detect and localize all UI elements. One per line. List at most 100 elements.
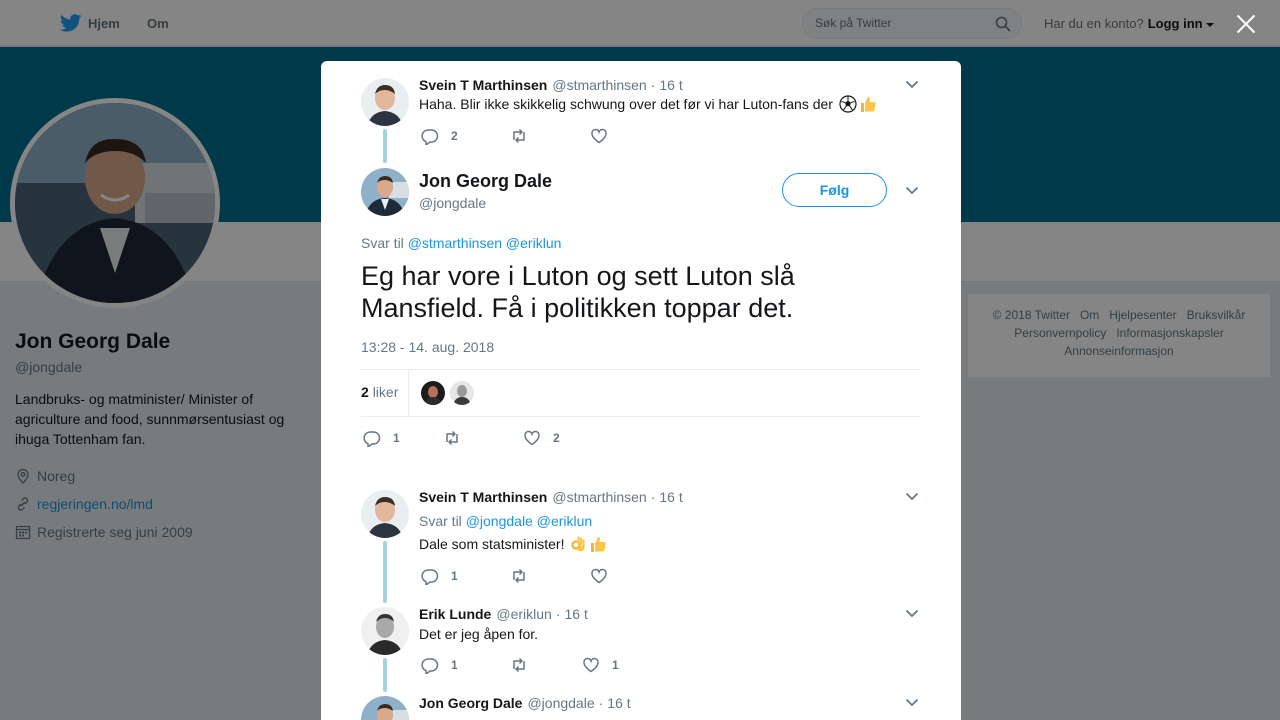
tweet-author-handle[interactable]: @stmarthinsen [552, 77, 646, 93]
tweet-header: Svein T Marthinsen @stmarthinsen · 16 t [419, 489, 683, 505]
ok-hand-icon [571, 536, 586, 552]
retweet-button[interactable] [510, 567, 590, 585]
reply-count: 1 [393, 431, 400, 445]
reply-button[interactable]: 2 [421, 127, 510, 145]
divider [408, 370, 409, 416]
tweet-text: Det er jeg åpen for. [419, 624, 538, 644]
like-button[interactable] [590, 567, 630, 585]
reply-prefix: Svar til [361, 235, 404, 251]
retweet-icon [513, 657, 525, 673]
separator-dot: · [555, 606, 561, 622]
main-tweet-text: Eg har vore i Luton og sett Luton slå Ma… [361, 261, 795, 323]
tweet-author-name[interactable]: Svein T Marthinsen [419, 77, 547, 93]
tweet-text: Haha. Blir ikke skikkelig schwung over d… [419, 94, 877, 114]
tweet-permalink-modal: Svein T Marthinsen @stmarthinsen · 16 t … [321, 61, 961, 720]
tweet-header: Svein T Marthinsen @stmarthinsen · 16 t [419, 77, 683, 93]
main-tweet-author-name[interactable]: Jon Georg Dale [419, 171, 552, 192]
liker-avatar[interactable] [450, 381, 474, 405]
like-button[interactable]: 2 [523, 429, 563, 447]
tweet-text-content: Haha. Blir ikke skikkelig schwung over d… [419, 96, 833, 112]
chevron-down-icon[interactable] [905, 492, 919, 501]
avatar-photo [361, 168, 409, 216]
tweet-timestamp[interactable]: 16 t [607, 695, 630, 711]
avatar-photo [361, 490, 409, 538]
like-count: 1 [612, 658, 619, 672]
tweet-actions: 2 [421, 127, 630, 145]
tweet-author-name[interactable]: Erik Lunde [419, 606, 491, 622]
retweet-button[interactable] [510, 127, 590, 145]
soccer-ball-icon [839, 95, 857, 113]
avatar[interactable] [361, 607, 409, 655]
retweet-icon [446, 430, 458, 446]
heart-icon [591, 568, 607, 584]
retweet-icon [513, 568, 525, 584]
likes-stat-label: liker [372, 384, 399, 400]
likes-stat[interactable]: 2 liker [361, 384, 398, 400]
reply-icon [421, 569, 439, 585]
tweet-author-handle[interactable]: @jongdale [527, 695, 594, 711]
reply-mentions[interactable]: @stmarthinsen @eriklun [408, 235, 562, 251]
avatar-photo [361, 696, 409, 720]
reply-button[interactable]: 1 [363, 429, 443, 447]
heart-icon [583, 657, 599, 673]
liker-photo [450, 381, 474, 405]
tweet-actions: 1 2 [363, 429, 563, 447]
chevron-down-icon[interactable] [905, 698, 919, 707]
reply-count: 2 [451, 129, 458, 143]
main-tweet-datetime[interactable]: 13:28 - 14. aug. 2018 [361, 339, 494, 355]
tweet-header: Erik Lunde @eriklun · 16 t [419, 606, 588, 622]
reply-mentions[interactable]: @jongdale @eriklun [466, 513, 593, 529]
likes-stat-count: 2 [361, 384, 369, 400]
reply-icon [421, 129, 439, 145]
reply-button[interactable]: 1 [421, 567, 510, 585]
liker-avatar[interactable] [421, 381, 445, 405]
avatar[interactable] [361, 696, 409, 720]
retweet-icon [513, 128, 525, 144]
replying-to: Svar til @stmarthinsen @eriklun [361, 235, 561, 251]
thumbs-up-icon [860, 97, 876, 112]
close-icon[interactable] [1234, 12, 1258, 36]
tweet-text-content: Det er jeg åpen for. [419, 626, 539, 642]
reply-count: 1 [451, 658, 458, 672]
thread-connector [383, 129, 387, 163]
tweet-timestamp[interactable]: 16 t [659, 489, 682, 505]
heart-icon [524, 430, 540, 446]
like-count: 2 [553, 431, 560, 445]
tweet-author-handle[interactable]: @stmarthinsen [552, 489, 646, 505]
replying-to: Svar til @jongdale @eriklun [419, 513, 592, 529]
tweet-author-name[interactable]: Svein T Marthinsen [419, 489, 547, 505]
reply-icon [421, 658, 439, 674]
tweet-timestamp[interactable]: 16 t [564, 606, 587, 622]
liker-photo [421, 381, 445, 405]
like-button[interactable] [590, 127, 630, 145]
chevron-down-icon[interactable] [905, 609, 919, 618]
thread-connector [383, 541, 387, 603]
avatar-photo [361, 607, 409, 655]
heart-icon [591, 128, 607, 144]
reply-count: 1 [451, 569, 458, 583]
reply-prefix: Svar til [419, 513, 462, 529]
reply-button[interactable]: 1 [421, 656, 510, 674]
retweet-button[interactable] [510, 656, 582, 674]
chevron-down-icon[interactable] [905, 186, 919, 195]
retweet-button[interactable] [443, 429, 523, 447]
separator-dot: · [598, 695, 604, 711]
avatar[interactable] [361, 490, 409, 538]
avatar[interactable] [361, 78, 409, 126]
tweet-timestamp[interactable]: 16 t [659, 77, 682, 93]
tweet-header: Jon Georg Dale @jongdale · 16 t [419, 695, 631, 711]
tweet-actions: 1 1 [421, 656, 622, 674]
chevron-down-icon[interactable] [905, 80, 919, 89]
main-tweet-author-handle[interactable]: @jongdale [419, 195, 486, 211]
tweet-actions: 1 [421, 567, 630, 585]
like-button[interactable]: 1 [582, 656, 622, 674]
tweet-author-handle[interactable]: @eriklun [496, 606, 551, 622]
separator-dot: · [650, 77, 656, 93]
follow-button[interactable]: Følg [782, 173, 887, 207]
thread-connector [383, 658, 387, 692]
tweet-text: Dale som statsminister! [419, 534, 607, 554]
tweet-author-name[interactable]: Jon Georg Dale [419, 695, 522, 711]
tweet-text-content: Dale som statsminister! [419, 536, 565, 552]
separator-dot: · [650, 489, 656, 505]
avatar[interactable] [361, 168, 409, 216]
